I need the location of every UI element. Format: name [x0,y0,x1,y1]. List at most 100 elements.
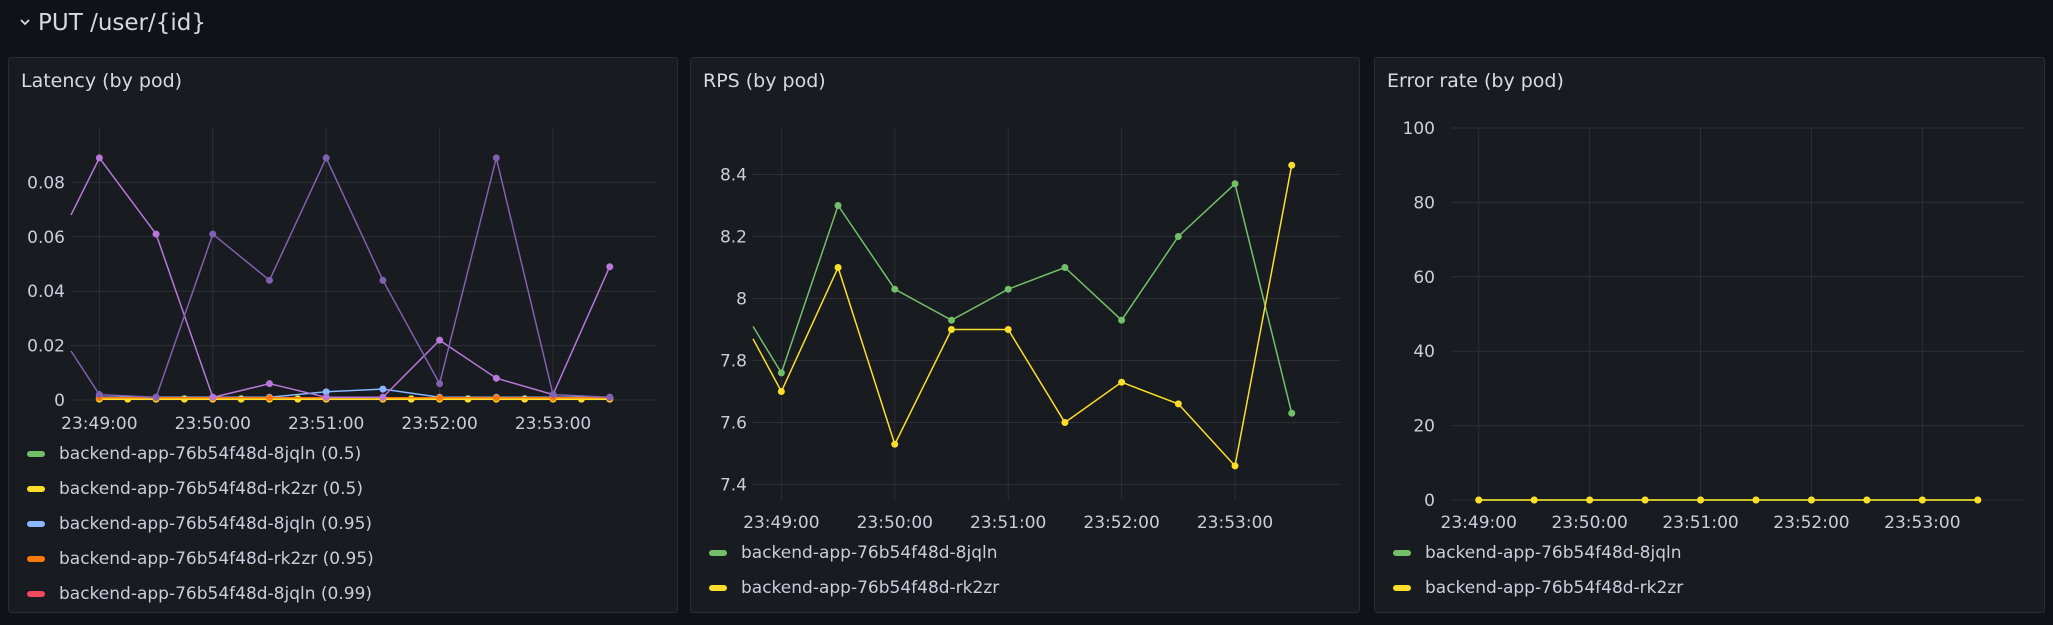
legend-label: backend-app-76b54f48d-rk2zr (0.5) [59,478,363,499]
legend-item[interactable]: backend-app-76b54f48d-rk2zr (0.95) [27,541,374,576]
latency-legend: backend-app-76b54f48d-8jqln (0.5) backen… [27,436,374,611]
legend-label: backend-app-76b54f48d-8jqln (0.99) [59,583,373,604]
y-tick-label: 100 [1403,119,1435,139]
data-point [1174,233,1182,240]
data-point [379,276,387,284]
legend-item[interactable]: backend-app-76b54f48d-8jqln (0.99) [27,576,374,611]
legend-label: backend-app-76b54f48d-8jqln [741,542,998,563]
data-point [1475,496,1483,504]
data-point [947,326,955,333]
error-rate-chart: 0 20 40 60 80 100 23:49:00 23:50:00 23:51:00 23:5… [1403,119,2024,533]
y-tick-label: 40 [1413,342,1435,362]
series-line [70,156,611,399]
data-point [1061,264,1069,271]
legend-swatch [27,485,45,492]
legend-label: backend-app-76b54f48d-8jqln (0.5) [59,443,362,464]
data-point [606,263,614,271]
data-point [492,154,500,162]
data-point [1918,496,1926,504]
error-rate-legend: backend-app-76b54f48d-8jqln backend-app-… [1393,535,1683,605]
legend-item[interactable]: backend-app-76b54f48d-8jqln (0.95) [27,506,374,541]
chevron-down-icon[interactable] [18,14,32,32]
error-rate-panel[interactable]: Error rate (by pod) 0 20 40 60 80 100 23:49:00… [1374,57,2045,613]
y-tick-label: 0.04 [27,282,65,302]
series-line [70,156,610,399]
data-point [1807,496,1815,504]
data-point [265,394,273,402]
x-tick-label: 23:52:00 [401,414,477,434]
data-point [947,316,955,324]
y-tick-label: 8 [736,290,747,310]
y-tick-label: 7.8 [720,352,747,372]
data-point [834,202,842,209]
latency-panel[interactable]: Latency (by pod) 0 0.02 0.04 0.06 0.08 23:49:… [8,57,678,613]
y-tick-label: 0.06 [27,228,65,248]
data-point [152,393,160,401]
legend-item[interactable]: backend-app-76b54f48d-rk2zr [1393,570,1683,605]
data-point [1061,419,1069,426]
data-point [322,154,330,162]
data-point [322,393,330,401]
x-tick-label: 23:52:00 [1773,513,1849,533]
legend-item[interactable]: backend-app-76b54f48d-8jqln (0.5) [27,436,374,471]
latency-chart: 0 0.02 0.04 0.06 0.08 23:49:00 23:50:00 23:51:0… [27,128,657,434]
legend-label: backend-app-76b54f48d-rk2zr [741,577,1000,598]
x-tick-label: 23:52:00 [1083,513,1159,533]
row-header[interactable]: PUT /user/{id} [18,6,206,40]
legend-swatch [709,584,727,591]
data-point [379,385,387,393]
x-tick-label: 23:51:00 [970,513,1046,533]
series-line [99,388,610,399]
data-point [1118,316,1126,324]
legend-swatch [27,520,45,527]
legend-item[interactable]: backend-app-76b54f48d-8jqln [1393,535,1683,570]
legend-swatch [1393,549,1411,556]
data-point [777,388,785,395]
y-tick-label: 20 [1413,417,1435,437]
legend-item[interactable]: backend-app-76b54f48d-rk2zr [709,570,999,605]
data-point [1530,496,1538,504]
data-point [379,393,387,401]
x-tick-label: 23:53:00 [1884,513,1960,533]
data-point [407,395,415,403]
legend-swatch [27,590,45,597]
rps-chart: 7.4 7.6 7.8 8 8.2 8.4 23:49:00 23:50:00 23:51:00… [720,128,1339,533]
y-tick-label: 0.08 [27,173,65,193]
legend-label: backend-app-76b54f48d-rk2zr [1425,577,1684,598]
data-point [1004,285,1012,293]
x-tick-label: 23:50:00 [175,414,251,434]
y-tick-label: 0.02 [27,337,65,357]
data-point [1231,180,1239,188]
rps-legend: backend-app-76b54f48d-8jqln backend-app-… [709,535,999,605]
data-point [436,394,444,402]
y-tick-label: 0 [1424,491,1435,511]
y-tick-label: 8.2 [720,228,747,248]
data-point [549,391,557,399]
data-point [891,285,899,293]
data-point [1974,496,1982,504]
data-point [1752,496,1760,504]
data-point [606,393,614,401]
data-point [1863,496,1871,504]
data-point [1174,400,1182,408]
legend-item[interactable]: backend-app-76b54f48d-rk2zr (0.5) [27,471,374,506]
x-tick-label: 23:49:00 [743,513,819,533]
x-tick-label: 23:53:00 [1197,513,1273,533]
data-point [95,154,103,162]
data-point [1004,326,1012,333]
x-tick-label: 23:50:00 [1551,513,1627,533]
data-point [1118,378,1126,386]
x-tick-label: 23:49:00 [1441,513,1517,533]
x-tick-label: 23:51:00 [288,414,364,434]
data-point [1586,496,1594,504]
data-point [436,336,444,344]
data-point [1641,496,1649,504]
y-tick-label: 8.4 [720,166,747,186]
data-point [492,394,500,402]
y-tick-label: 80 [1413,193,1435,213]
legend-item[interactable]: backend-app-76b54f48d-8jqln [709,535,999,570]
data-point [492,374,500,382]
rps-panel[interactable]: RPS (by pod) 7.4 7.6 7.8 8 8.2 8.4 23:49:00 23:… [690,57,1360,613]
data-point [209,393,217,401]
data-point [152,230,160,238]
